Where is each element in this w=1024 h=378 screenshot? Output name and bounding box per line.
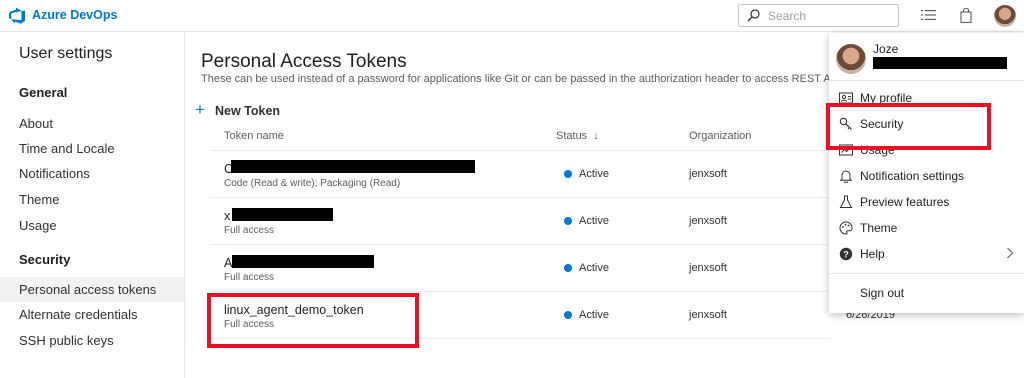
sidebar-item-ssh-public-keys[interactable]: SSH public keys bbox=[0, 328, 184, 353]
svg-text:?: ? bbox=[843, 249, 849, 259]
status-header-label: Status bbox=[556, 130, 588, 142]
help-icon: ? bbox=[839, 247, 853, 261]
menu-item-label: Help bbox=[860, 247, 885, 261]
table-row[interactable] bbox=[210, 151, 830, 198]
column-header-token-name[interactable]: Token name bbox=[224, 130, 284, 142]
highlight-box-token bbox=[207, 293, 419, 348]
palette-icon bbox=[839, 221, 853, 235]
redaction-bar bbox=[232, 255, 374, 268]
token-scope: Full access bbox=[224, 272, 275, 283]
list-icon[interactable] bbox=[921, 8, 936, 22]
token-organization: jenxsoft bbox=[689, 168, 727, 180]
sidebar-title: User settings bbox=[19, 45, 113, 62]
menu-item-preview-features[interactable]: Preview features bbox=[829, 190, 1024, 214]
menu-divider bbox=[829, 273, 1024, 274]
sort-down-icon: ↓ bbox=[593, 130, 599, 142]
token-status: Active bbox=[579, 168, 609, 180]
status-dot bbox=[564, 170, 572, 178]
column-header-status[interactable]: Status ↓ bbox=[556, 130, 599, 142]
shopping-bag-icon[interactable] bbox=[960, 8, 972, 23]
bell-icon bbox=[839, 170, 853, 183]
token-status: Active bbox=[579, 262, 609, 274]
sidebar-item-personal-access-tokens[interactable]: Personal access tokens bbox=[0, 277, 184, 302]
status-dot bbox=[564, 264, 572, 272]
profile-menu: Joze My profile Security Usage Notificat… bbox=[829, 33, 1024, 313]
redaction-bar bbox=[231, 160, 475, 173]
token-status: Active bbox=[579, 215, 609, 227]
menu-item-notification-settings[interactable]: Notification settings bbox=[829, 164, 1024, 188]
sidebar-item-time-and-locale[interactable]: Time and Locale bbox=[0, 136, 184, 161]
user-name: Joze bbox=[873, 42, 899, 56]
highlight-box-security bbox=[826, 103, 991, 150]
table-row[interactable] bbox=[210, 198, 830, 245]
menu-item-label: Preview features bbox=[860, 195, 950, 209]
table-row[interactable] bbox=[210, 245, 830, 292]
sidebar-item-notifications[interactable]: Notifications bbox=[0, 161, 184, 186]
section-heading-security: Security bbox=[19, 252, 71, 267]
section-heading-general: General bbox=[19, 85, 68, 100]
menu-item-label: Sign out bbox=[860, 286, 905, 300]
new-token-label: New Token bbox=[215, 104, 281, 118]
menu-item-help[interactable]: ? Help bbox=[829, 242, 1024, 266]
status-dot bbox=[564, 217, 572, 225]
status-dot bbox=[564, 311, 572, 319]
brand-name[interactable]: Azure DevOps bbox=[32, 8, 117, 22]
sidebar-item-about[interactable]: About bbox=[0, 111, 184, 136]
azure-devops-logo[interactable] bbox=[8, 7, 26, 24]
menu-item-label: Theme bbox=[860, 221, 898, 235]
sidebar-item-usage[interactable]: Usage bbox=[0, 213, 184, 238]
token-scope: Full access bbox=[224, 225, 275, 236]
flask-icon bbox=[839, 195, 853, 208]
token-organization: jenxsoft bbox=[689, 215, 727, 227]
redaction-bar bbox=[873, 57, 1007, 69]
search-input[interactable]: Search bbox=[738, 4, 899, 27]
token-scope: Code (Read & write); Packaging (Read) bbox=[224, 178, 401, 189]
sidebar-item-alternate-credentials[interactable]: Alternate credentials bbox=[0, 302, 184, 327]
search-icon bbox=[747, 9, 760, 22]
plus-icon: + bbox=[195, 100, 205, 119]
menu-item-label: Notification settings bbox=[860, 169, 965, 183]
menu-item-theme[interactable]: Theme bbox=[829, 216, 1024, 240]
redaction-bar bbox=[232, 208, 333, 221]
column-header-organization[interactable]: Organization bbox=[689, 130, 751, 142]
token-organization: jenxsoft bbox=[689, 262, 727, 274]
search-placeholder: Search bbox=[768, 9, 807, 23]
token-status: Active bbox=[579, 309, 609, 321]
token-name[interactable]: x bbox=[224, 209, 230, 223]
avatar bbox=[836, 44, 866, 74]
page-description: These can be used instead of a password … bbox=[201, 73, 831, 85]
chevron-right-icon bbox=[1007, 247, 1014, 259]
top-bar: Azure DevOps Search bbox=[0, 0, 1024, 32]
menu-divider bbox=[829, 80, 1024, 81]
sidebar-item-theme[interactable]: Theme bbox=[0, 187, 184, 212]
menu-item-sign-out[interactable]: Sign out bbox=[829, 281, 1024, 305]
page-title: Personal Access Tokens bbox=[201, 51, 407, 72]
avatar[interactable] bbox=[994, 5, 1016, 27]
settings-sidebar: User settings General About Time and Loc… bbox=[0, 33, 185, 378]
token-organization: jenxsoft bbox=[689, 309, 727, 321]
